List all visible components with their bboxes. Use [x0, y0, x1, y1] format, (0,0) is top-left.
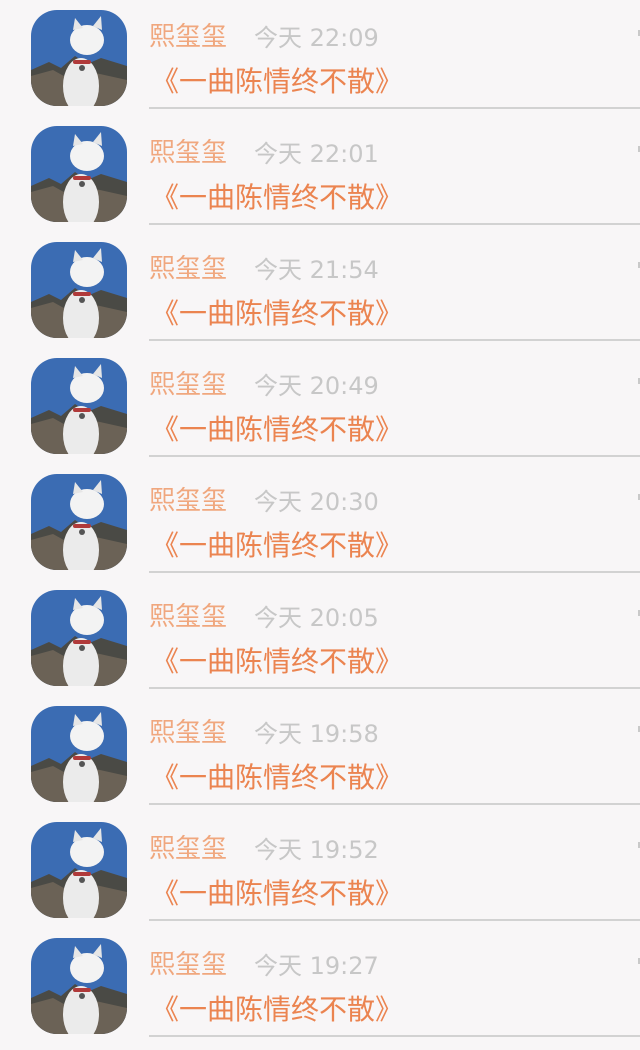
- message-text[interactable]: 《一曲陈情终不散》: [151, 64, 403, 100]
- list-item[interactable]: 熙玺玺 今天 22:01 《一曲陈情终不散》: [0, 116, 640, 232]
- divider: [149, 107, 640, 109]
- cat-photo-avatar-icon: [31, 10, 127, 106]
- timestamp: 今天 21:54: [254, 256, 379, 284]
- avatar[interactable]: [31, 126, 127, 222]
- cat-photo-avatar-icon: [31, 590, 127, 686]
- sender-name[interactable]: 熙玺玺: [149, 600, 227, 634]
- timestamp: 今天 20:05: [254, 604, 379, 632]
- sender-name[interactable]: 熙玺玺: [149, 252, 227, 286]
- list-item[interactable]: 熙玺玺 今天 21:54 《一曲陈情终不散》: [0, 232, 640, 348]
- cat-photo-avatar-icon: [31, 242, 127, 338]
- message-text[interactable]: 《一曲陈情终不散》: [151, 528, 403, 564]
- list-item[interactable]: 熙玺玺 今天 20:30 《一曲陈情终不散》: [0, 464, 640, 580]
- timestamp: 今天 19:52: [254, 836, 379, 864]
- divider: [149, 571, 640, 573]
- list-item[interactable]: 熙玺玺 今天 20:05 《一曲陈情终不散》: [0, 580, 640, 696]
- divider: [149, 803, 640, 805]
- timestamp: 今天 19:58: [254, 720, 379, 748]
- list-item[interactable]: 熙玺玺 今天 22:09 《一曲陈情终不散》: [0, 0, 640, 116]
- sender-name[interactable]: 熙玺玺: [149, 948, 227, 982]
- list-item[interactable]: 熙玺玺 今天 19:52 《一曲陈情终不散》: [0, 812, 640, 928]
- message-text[interactable]: 《一曲陈情终不散》: [151, 296, 403, 332]
- divider: [149, 339, 640, 341]
- cat-photo-avatar-icon: [31, 822, 127, 918]
- divider: [149, 687, 640, 689]
- divider: [149, 919, 640, 921]
- cat-photo-avatar-icon: [31, 706, 127, 802]
- avatar[interactable]: [31, 474, 127, 570]
- avatar[interactable]: [31, 242, 127, 338]
- divider: [149, 1035, 640, 1037]
- cat-photo-avatar-icon: [31, 358, 127, 454]
- timestamp: 今天 20:30: [254, 488, 379, 516]
- avatar[interactable]: [31, 706, 127, 802]
- sender-name[interactable]: 熙玺玺: [149, 832, 227, 866]
- sender-name[interactable]: 熙玺玺: [149, 136, 227, 170]
- avatar[interactable]: [31, 822, 127, 918]
- timestamp: 今天 22:01: [254, 140, 379, 168]
- cat-photo-avatar-icon: [31, 474, 127, 570]
- message-text[interactable]: 《一曲陈情终不散》: [151, 876, 403, 912]
- message-text[interactable]: 《一曲陈情终不散》: [151, 412, 403, 448]
- avatar[interactable]: [31, 938, 127, 1034]
- list-item[interactable]: 熙玺玺 今天 19:27 《一曲陈情终不散》: [0, 928, 640, 1044]
- list-item[interactable]: 熙玺玺 今天 20:49 《一曲陈情终不散》: [0, 348, 640, 464]
- sender-name[interactable]: 熙玺玺: [149, 20, 227, 54]
- cat-photo-avatar-icon: [31, 938, 127, 1034]
- divider: [149, 223, 640, 225]
- message-text[interactable]: 《一曲陈情终不散》: [151, 760, 403, 796]
- divider: [149, 455, 640, 457]
- message-text[interactable]: 《一曲陈情终不散》: [151, 644, 403, 680]
- timestamp: 今天 22:09: [254, 24, 379, 52]
- timestamp: 今天 20:49: [254, 372, 379, 400]
- message-text[interactable]: 《一曲陈情终不散》: [151, 992, 403, 1028]
- sender-name[interactable]: 熙玺玺: [149, 484, 227, 518]
- timestamp: 今天 19:27: [254, 952, 379, 980]
- avatar[interactable]: [31, 10, 127, 106]
- message-text[interactable]: 《一曲陈情终不散》: [151, 180, 403, 216]
- sender-name[interactable]: 熙玺玺: [149, 368, 227, 402]
- list-item[interactable]: 熙玺玺 今天 19:58 《一曲陈情终不散》: [0, 696, 640, 812]
- cat-photo-avatar-icon: [31, 126, 127, 222]
- avatar[interactable]: [31, 590, 127, 686]
- avatar[interactable]: [31, 358, 127, 454]
- sender-name[interactable]: 熙玺玺: [149, 716, 227, 750]
- message-list: 熙玺玺 今天 22:09 《一曲陈情终不散》 熙玺玺 今天 22:01 《一曲陈…: [0, 0, 640, 1050]
